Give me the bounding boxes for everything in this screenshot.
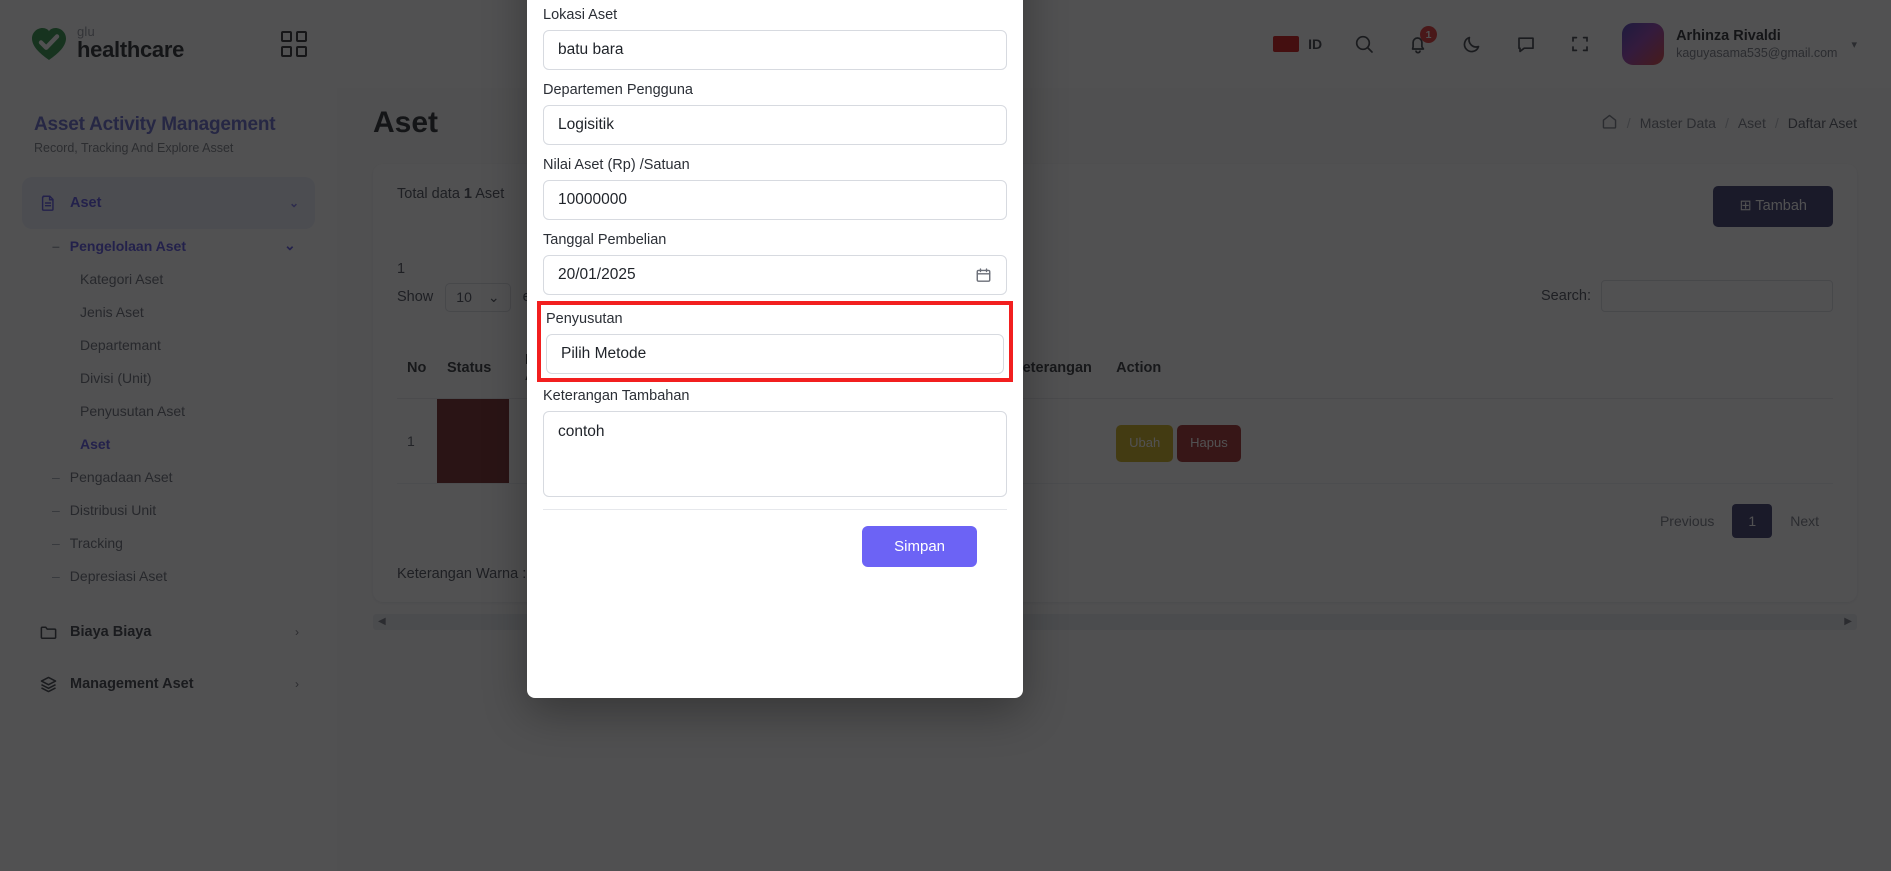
label-departemen-pengguna: Departemen Pengguna: [543, 82, 693, 98]
input-nilai-aset[interactable]: 10000000: [543, 180, 1007, 220]
label-lokasi-aset: Lokasi Aset: [543, 7, 618, 23]
textarea-keterangan-tambahan[interactable]: contoh: [543, 411, 1007, 497]
field-penyusutan-highlighted: Penyusutan Pilih Metode: [537, 301, 1013, 382]
label-tanggal-pembelian: Tanggal Pembelian: [543, 232, 667, 248]
field-lokasi-aset: Lokasi Aset batu bara: [543, 7, 1007, 70]
input-departemen-pengguna[interactable]: Logisitik: [543, 105, 1007, 145]
label-keterangan-tambahan: Keterangan Tambahan: [543, 388, 690, 404]
date-value: 20/01/2025: [558, 266, 636, 283]
input-tanggal-pembelian[interactable]: 20/01/2025: [543, 255, 1007, 295]
input-lokasi-aset[interactable]: batu bara: [543, 30, 1007, 70]
label-nilai-aset: Nilai Aset (Rp) /Satuan: [543, 157, 690, 173]
field-keterangan-tambahan: Keterangan Tambahan contoh: [543, 388, 1007, 497]
asset-form-modal: Kategori Aset Aset Lancar Lokasi Aset ba…: [527, 0, 1023, 698]
modal-body: Kategori Aset Aset Lancar Lokasi Aset ba…: [537, 0, 1013, 571]
calendar-icon[interactable]: [975, 267, 992, 284]
select-penyusutan[interactable]: Pilih Metode: [546, 334, 1004, 374]
label-penyusutan: Penyusutan: [546, 311, 623, 327]
field-nilai-aset: Nilai Aset (Rp) /Satuan 10000000: [543, 157, 1007, 220]
field-tanggal-pembelian: Tanggal Pembelian 20/01/2025: [543, 232, 1007, 295]
save-button[interactable]: Simpan: [862, 526, 977, 567]
app-root: glu healthcare Asset Activity Management…: [0, 0, 1891, 871]
modal-footer: Simpan: [543, 509, 1007, 567]
field-departemen-pengguna: Departemen Pengguna Logisitik: [543, 82, 1007, 145]
